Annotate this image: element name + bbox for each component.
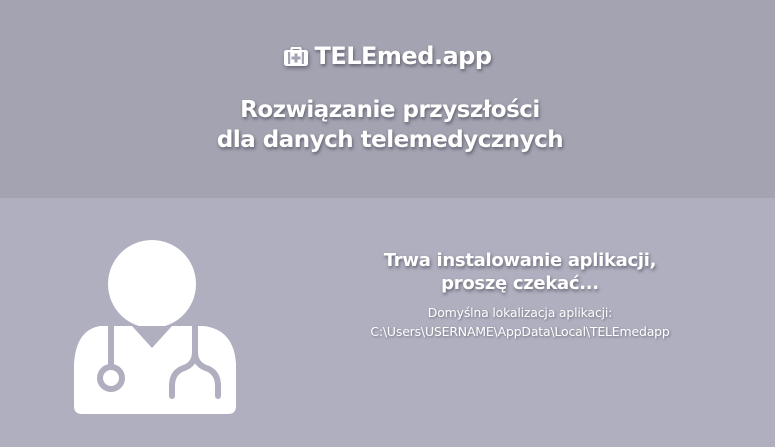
status-line-1: Trwa instalowanie aplikacji, (383, 250, 657, 271)
header-banner: TELEmed.app Rozwiązanie przyszłości dla … (0, 0, 775, 198)
install-location: Domyślna lokalizacja aplikacji: C:\Users… (330, 303, 710, 341)
brand: TELEmed.app (0, 42, 775, 70)
location-label: Domyślna lokalizacja aplikacji: (427, 305, 613, 320)
status-line-2: proszę czekać... (441, 273, 599, 294)
tagline-line-2: dla danych telemedycznych (216, 127, 564, 153)
location-path: C:\Users\USERNAME\AppData\Local\TELEmeda… (370, 324, 670, 339)
install-status: Trwa instalowanie aplikacji, proszę czek… (330, 249, 710, 341)
tagline-line-1: Rozwiązanie przyszłości (240, 97, 540, 123)
app-name: TELEmed.app (314, 42, 492, 70)
doctor-stethoscope-icon (74, 240, 236, 414)
tagline: Rozwiązanie przyszłości dla danych telem… (0, 95, 775, 155)
install-status-message: Trwa instalowanie aplikacji, proszę czek… (330, 249, 710, 295)
medical-briefcase-icon (284, 47, 309, 66)
